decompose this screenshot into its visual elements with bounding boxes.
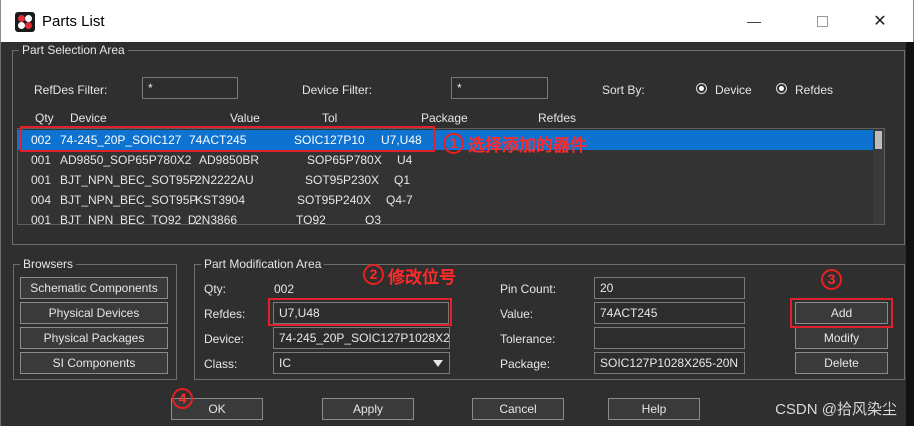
close-icon: ✕: [873, 13, 887, 30]
schematic-components-button[interactable]: Schematic Components: [20, 277, 168, 299]
annotation-number-4: 4: [172, 388, 193, 409]
annotation-number-2: 2: [363, 264, 384, 285]
sort-refdes-radio[interactable]: [776, 83, 787, 94]
close-button[interactable]: ✕: [857, 0, 903, 42]
device-input[interactable]: 74-245_20P_SOIC127P1028X265: [273, 327, 450, 349]
col-tol: Tol: [322, 111, 338, 125]
device-filter-input[interactable]: *: [451, 77, 548, 99]
class-select[interactable]: IC: [273, 352, 450, 374]
browsers-title: Browsers: [20, 257, 77, 272]
sort-refdes-label: Refdes: [795, 83, 834, 97]
tolerance-label: Tolerance:: [500, 332, 556, 346]
add-button[interactable]: Add: [795, 302, 888, 324]
maximize-button[interactable]: [799, 0, 845, 42]
modify-button[interactable]: Modify: [795, 327, 888, 349]
physical-devices-button[interactable]: Physical Devices: [20, 302, 168, 324]
list-scrollbar[interactable]: [873, 129, 884, 224]
background-strip: [906, 42, 914, 426]
qty-value: 002: [274, 282, 295, 296]
col-package: Package: [421, 111, 468, 125]
help-button[interactable]: Help: [608, 398, 700, 420]
tolerance-input[interactable]: [594, 327, 745, 349]
sort-device-label: Device: [715, 83, 752, 97]
class-select-value: IC: [279, 356, 291, 370]
col-refdes: Refdes: [538, 111, 577, 125]
scroll-thumb[interactable]: [875, 131, 882, 149]
col-device: Device: [70, 111, 107, 125]
sort-device-radio[interactable]: [696, 83, 707, 94]
col-qty: Qty: [35, 111, 54, 125]
chevron-down-icon[interactable]: [431, 355, 445, 371]
value-input[interactable]: 74ACT245: [594, 302, 745, 324]
minimize-button[interactable]: —: [731, 0, 777, 42]
sort-by-label: Sort By:: [602, 83, 645, 97]
package-input[interactable]: SOIC127P1028X265-20N: [594, 352, 745, 374]
delete-button[interactable]: Delete: [795, 352, 888, 374]
annotation-number-1: 1: [443, 133, 464, 154]
annotation-number-3: 3: [821, 269, 842, 290]
list-item[interactable]: 001 AD9850_SOP65P780X2 AD9850BR SOP65P78…: [18, 150, 874, 170]
annotation-text-2: 修改位号: [388, 268, 456, 288]
value-label: Value:: [500, 307, 534, 321]
pin-count-label: Pin Count:: [500, 282, 557, 296]
pin-count-input[interactable]: 20: [594, 277, 745, 299]
physical-packages-button[interactable]: Physical Packages: [20, 327, 168, 349]
dialog-body: Part Selection Area RefDes Filter: * Dev…: [0, 42, 914, 426]
part-modification-title: Part Modification Area: [201, 257, 325, 272]
refdes-filter-input[interactable]: *: [142, 77, 238, 99]
qty-label: Qty:: [204, 282, 227, 296]
list-item[interactable]: 001 BJT_NPN_BEC_SOT95P 2N2222AU SOT95P23…: [18, 170, 874, 190]
refdes-filter-label: RefDes Filter:: [34, 83, 108, 97]
window-title: Parts List: [42, 13, 105, 30]
device-filter-label: Device Filter:: [302, 83, 373, 97]
app-icon: [15, 12, 35, 32]
list-item[interactable]: 001 BJT_NPN_BEC_TO92_D 2N3866 TO92 Q3: [18, 210, 874, 224]
refdes-label: Refdes:: [204, 307, 246, 321]
title-bar: Parts List — ✕: [0, 0, 914, 42]
col-value: Value: [230, 111, 260, 125]
refdes-input[interactable]: U7,U48: [273, 302, 449, 324]
annotation-text-1: 选择添加的器件: [468, 136, 587, 156]
watermark: CSDN @拾风染尘: [775, 401, 897, 418]
maximize-icon: [816, 15, 828, 27]
si-components-button[interactable]: SI Components: [20, 352, 168, 374]
part-selection-title: Part Selection Area: [19, 43, 128, 58]
package-label: Package:: [500, 357, 551, 371]
apply-button[interactable]: Apply: [322, 398, 414, 420]
class-label: Class:: [204, 357, 238, 371]
parts-list-header: Qty Device Value Tol Package Refdes: [15, 110, 875, 126]
cancel-button[interactable]: Cancel: [472, 398, 564, 420]
device-label: Device:: [204, 332, 245, 346]
list-item[interactable]: 004 BJT_NPN_BEC_SOT95P KST3904 SOT95P240…: [18, 190, 874, 210]
minimize-icon: —: [747, 13, 761, 29]
